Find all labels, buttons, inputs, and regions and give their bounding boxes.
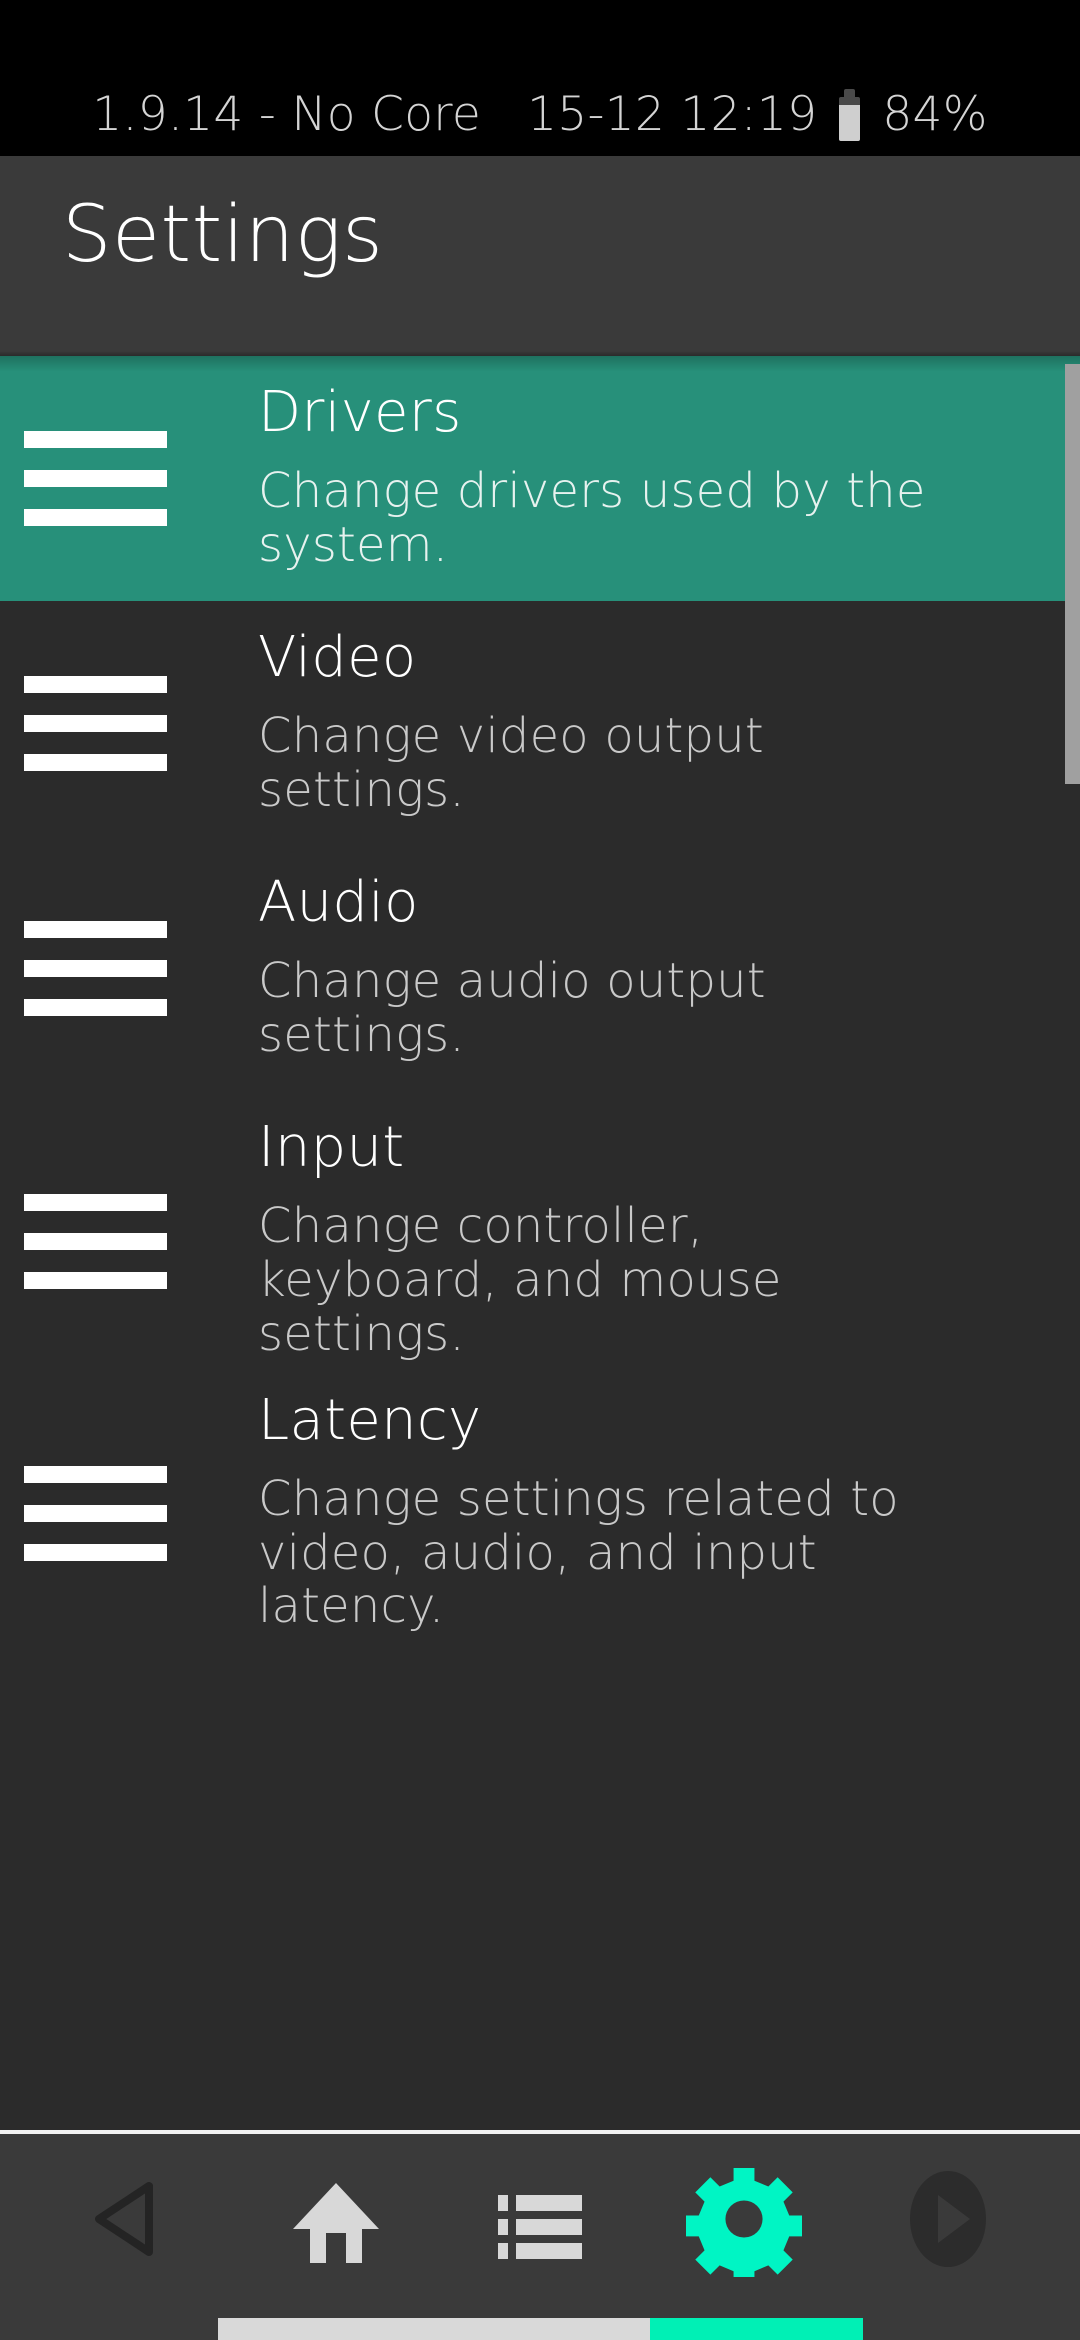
resume-button[interactable] — [883, 2154, 1013, 2284]
hamburger-bar — [24, 754, 167, 771]
hamburger-bar — [24, 431, 167, 448]
bottom-nav-bar — [0, 2130, 1080, 2340]
app-screen: 1.9.14 - No Core 15-12 12:19 84% Setting… — [0, 0, 1080, 2340]
list-item-title: Input — [258, 1115, 405, 1181]
hamburger-menu-icon — [0, 1183, 258, 1300]
home-button[interactable] — [271, 2154, 401, 2284]
hamburger-bar — [24, 470, 167, 487]
page-title: Settings — [62, 190, 384, 280]
list-item-text: Audio Change audio output settings. — [258, 869, 1080, 1063]
play-forward-icon — [910, 2171, 986, 2267]
hamburger-bar — [24, 1232, 167, 1250]
hamburger-bar — [24, 960, 167, 977]
list-item[interactable]: Latency Change settings related to video,… — [0, 1391, 1080, 1636]
hamburger-bar — [24, 1466, 167, 1483]
scrollbar-thumb[interactable] — [1065, 364, 1080, 784]
scrollbar-track[interactable] — [1065, 356, 1080, 2130]
hamburger-menu-icon — [0, 910, 258, 1027]
hamburger-bar — [24, 509, 167, 526]
home-icon — [293, 2183, 379, 2263]
title-bar: Settings — [0, 156, 1080, 356]
hamburger-menu-icon — [0, 665, 258, 782]
list-item[interactable]: Input Change controller, keyboard, and mo… — [0, 1091, 1080, 1391]
list-item-text: Input Change controller, keyboard, and mo… — [258, 1120, 1080, 1361]
list-item-subtitle: Change settings related to video, audio,… — [258, 1470, 899, 1635]
datetime-text: 15-12 12:19 — [527, 87, 818, 142]
battery-icon — [839, 88, 861, 141]
back-triangle-icon — [95, 2182, 153, 2256]
list-item-title: Video — [258, 624, 417, 690]
gear-icon — [686, 2167, 802, 2277]
list-item-title: Drivers — [258, 379, 462, 445]
list-item[interactable]: Video Change video output settings. — [0, 601, 1080, 846]
hamburger-bar — [24, 1505, 167, 1522]
settings-button[interactable] — [679, 2154, 809, 2284]
hamburger-bar — [24, 921, 167, 938]
hamburger-menu-icon — [0, 1455, 258, 1572]
nav-icon-row — [0, 2134, 1080, 2304]
list-item[interactable]: Drivers Change drivers used by the system… — [0, 356, 1080, 601]
core-version-text: 1.9.14 - No Core — [92, 87, 482, 142]
list-item-subtitle: Change drivers used by the system. — [258, 462, 926, 573]
list-item-subtitle: Change controller, keyboard, and mouse s… — [258, 1198, 782, 1362]
gesture-bar-right — [650, 2318, 863, 2340]
back-button[interactable] — [67, 2154, 197, 2284]
hamburger-bar — [24, 676, 167, 693]
menu-list-button[interactable] — [475, 2154, 605, 2284]
list-item-subtitle: Change video output settings. — [258, 707, 764, 818]
list-icon — [498, 2195, 582, 2259]
list-item-text: Drivers Change drivers used by the system… — [258, 379, 1080, 573]
settings-list[interactable]: Drivers Change drivers used by the system… — [0, 356, 1080, 2130]
hamburger-menu-icon — [0, 420, 258, 537]
list-item-text: Latency Change settings related to video,… — [258, 1387, 1080, 1635]
list-item[interactable]: Audio Change audio output settings. — [0, 846, 1080, 1091]
hamburger-bar — [24, 999, 167, 1016]
gesture-bar-left — [218, 2318, 650, 2340]
list-item-title: Latency — [258, 1387, 482, 1453]
hamburger-bar — [24, 1271, 167, 1289]
list-item-text: Video Change video output settings. — [258, 624, 1080, 818]
hamburger-bar — [24, 715, 167, 732]
selection-gradient — [0, 356, 1080, 372]
hamburger-bar — [24, 1193, 167, 1211]
list-item-title: Audio — [258, 869, 419, 935]
gesture-indicator-bar[interactable] — [218, 2318, 863, 2340]
list-item-subtitle: Change audio output settings. — [258, 952, 766, 1063]
status-bar: 1.9.14 - No Core 15-12 12:19 84% — [0, 0, 1080, 156]
hamburger-bar — [24, 1544, 167, 1561]
battery-percent-text: 84% — [882, 87, 988, 142]
